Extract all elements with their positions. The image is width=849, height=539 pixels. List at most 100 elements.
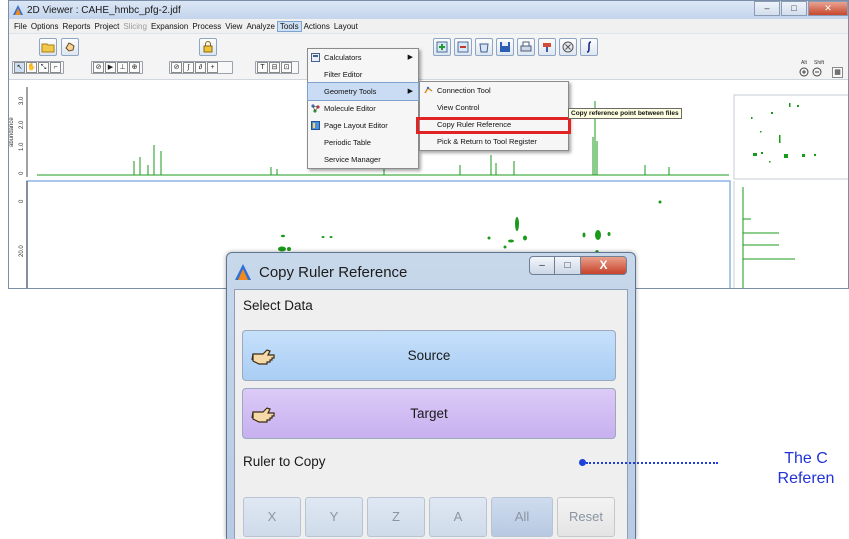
phase-icon[interactable]: ⊕ [129, 62, 140, 73]
ruler-a-button[interactable]: A [429, 497, 487, 537]
close-button[interactable]: ✕ [808, 1, 848, 16]
menu-file[interactable]: File [12, 22, 29, 31]
ruler-reset-button[interactable]: Reset [557, 497, 615, 537]
menu-item-periodic-table[interactable]: Periodic Table [308, 134, 418, 151]
ruler-to-copy-label: Ruler to Copy [243, 454, 326, 469]
viewer-titlebar[interactable]: 2D Viewer : CAHE_hmbc_pfg-2.jdf [9, 1, 848, 19]
ruler-x-button[interactable]: X [243, 497, 301, 537]
screen: 2D Viewer : CAHE_hmbc_pfg-2.jdf – □ ✕ Fi… [0, 0, 849, 539]
integral-small-icon[interactable]: ∫ [183, 62, 194, 73]
submenu-arrow-icon: ▶ [407, 54, 413, 61]
menu-item-view-control[interactable]: View Control [420, 99, 568, 116]
menu-tooltip: Copy reference point between files [568, 108, 682, 119]
menu-item-label: Filter Editor [324, 70, 363, 79]
menu-item-pick-return[interactable]: Pick & Return to Tool Register [420, 133, 568, 150]
left-tick-20: 20.0 [19, 245, 25, 257]
menu-item-label: View Control [437, 103, 480, 112]
menu-item-calculators[interactable]: Calculators ▶ [308, 49, 418, 66]
menu-item-filter-editor[interactable]: Filter Editor [308, 66, 418, 83]
target-button[interactable]: Target [242, 388, 616, 439]
callout-line-2: Referen [777, 470, 835, 487]
menu-slicing[interactable]: Slicing [121, 22, 149, 31]
integral-icon[interactable] [580, 38, 598, 56]
menu-item-label: Page Layout Editor [324, 121, 388, 130]
dialog-body: Select Data Source Target Ruler to Copy … [234, 289, 628, 539]
select-cursor-icon[interactable]: ↖ [14, 62, 25, 73]
ruler-y-button[interactable]: Y [305, 497, 363, 537]
maximize-button[interactable]: □ [781, 1, 807, 16]
save-icon[interactable] [496, 38, 514, 56]
calculator-icon [311, 53, 320, 62]
highlight-box [416, 117, 571, 134]
right-trace-peaks [742, 187, 795, 288]
copy-ruler-reference-dialog: Copy Ruler Reference – □ X Select Data S… [226, 252, 636, 539]
pan-hand-icon[interactable]: ✋ [26, 62, 37, 73]
callout-text: The C Referen [746, 449, 849, 489]
print-icon[interactable] [517, 38, 535, 56]
dialog-titlebar[interactable]: Copy Ruler Reference [235, 261, 407, 283]
left-tick-0: 0 [19, 199, 25, 203]
menu-bar: File Options Reports Project Slicing Exp… [9, 19, 848, 34]
no-entry-icon[interactable]: ⊘ [171, 62, 182, 73]
menu-reports[interactable]: Reports [60, 22, 92, 31]
play-icon[interactable]: ▶ [105, 62, 116, 73]
menu-item-service-manager[interactable]: Service Manager [308, 151, 418, 168]
dialog-close-button[interactable]: X [581, 256, 627, 275]
y-tick-2: 2.0 [19, 120, 25, 129]
remove-spectrum-icon[interactable] [454, 38, 472, 56]
right-mini-panel [733, 94, 848, 180]
zoom-cursor-icon[interactable]: ⤡ [38, 62, 49, 73]
menu-item-label: Periodic Table [324, 138, 371, 147]
callout-line-1: The C [784, 450, 828, 467]
menu-expansion[interactable]: Expansion [149, 22, 190, 31]
menu-tools[interactable]: Tools [276, 20, 302, 32]
menu-item-page-layout-editor[interactable]: Page Layout Editor [308, 117, 418, 134]
menu-analyze[interactable]: Analyze [244, 22, 276, 31]
open-folder-icon[interactable] [39, 38, 57, 56]
layout-toggle-icon[interactable]: ▦ [832, 67, 843, 78]
menu-item-label: Service Manager [324, 155, 381, 164]
abundance-axis-label: abundance [9, 117, 15, 147]
dialog-maximize-button[interactable]: □ [555, 256, 581, 275]
dialog-window-controls: – □ X [529, 256, 627, 275]
paint-icon[interactable] [538, 38, 556, 56]
source-button[interactable]: Source [242, 330, 616, 381]
dialog-minimize-button[interactable]: – [529, 256, 555, 275]
menu-item-label: Connection Tool [437, 86, 491, 95]
menu-layout[interactable]: Layout [332, 22, 360, 31]
zoom-controls-icon[interactable] [799, 66, 829, 78]
trash-icon[interactable] [475, 38, 493, 56]
source-label: Source [407, 348, 451, 363]
menu-item-geometry-tools[interactable]: Geometry Tools ▶ [307, 82, 419, 101]
menu-process[interactable]: Process [190, 22, 223, 31]
slice-icon[interactable]: ⊘ [93, 62, 104, 73]
baseline-icon[interactable]: ⊥ [117, 62, 128, 73]
minimize-button[interactable]: – [754, 1, 780, 16]
lock-icon[interactable] [199, 38, 217, 56]
menu-actions[interactable]: Actions [302, 22, 332, 31]
ruler-z-button[interactable]: Z [367, 497, 425, 537]
menu-project[interactable]: Project [92, 22, 121, 31]
add-spectrum-icon[interactable] [433, 38, 451, 56]
menu-item-label: Geometry Tools [324, 87, 377, 96]
menu-view[interactable]: View [223, 22, 244, 31]
box-minus-icon[interactable]: ⊟ [269, 62, 280, 73]
app-logo-icon [235, 264, 251, 280]
y-tick-1: 1.0 [19, 142, 25, 151]
dialog-title: Copy Ruler Reference [259, 263, 408, 281]
menu-item-label: Molecule Editor [324, 104, 376, 113]
connection-icon [424, 86, 433, 94]
box-icon[interactable]: ⊡ [281, 62, 292, 73]
ruler-all-button[interactable]: All [491, 497, 553, 537]
draw-icon[interactable]: ∂ [195, 62, 206, 73]
crosshair-icon[interactable]: + [207, 62, 218, 73]
hand-pointer-icon[interactable] [61, 38, 79, 56]
menu-options[interactable]: Options [29, 22, 61, 31]
text-annotation-icon[interactable]: T [257, 62, 268, 73]
stop-icon[interactable] [559, 38, 577, 56]
menu-item-connection-tool[interactable]: Connection Tool [420, 82, 568, 99]
molecule-icon [311, 104, 320, 113]
peak-cursor-icon[interactable]: ⌐ [50, 62, 61, 73]
page-layout-icon [311, 121, 320, 130]
menu-item-molecule-editor[interactable]: Molecule Editor [308, 100, 418, 117]
